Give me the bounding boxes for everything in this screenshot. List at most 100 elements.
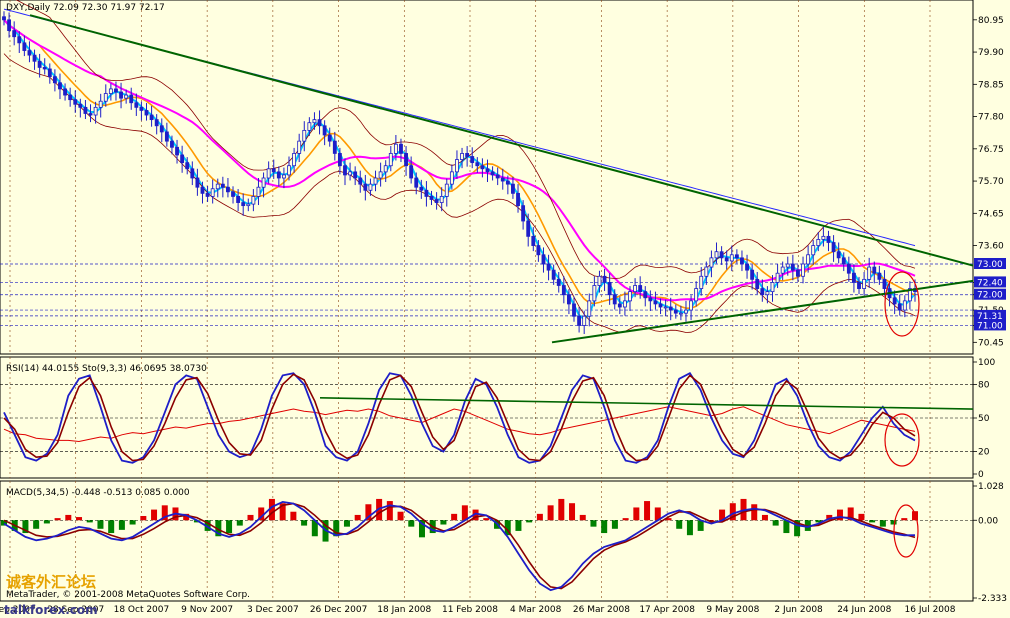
candle-body xyxy=(633,285,638,293)
macd-histogram-bar xyxy=(108,520,115,534)
candle-body xyxy=(12,30,17,38)
candle-body xyxy=(175,146,179,156)
macd-histogram-bar xyxy=(140,515,147,521)
candle-body xyxy=(93,106,98,116)
candle-body xyxy=(704,266,709,277)
candle-body xyxy=(383,165,388,173)
x-axis-labels: 5 Sep 200728 Sep 200718 Oct 20079 Nov 20… xyxy=(0,605,956,615)
candle-body xyxy=(256,186,261,197)
y-tick-label: 73.60 xyxy=(978,242,1004,252)
rsi-title: RSI(14) 44.0155 Sto(9,3,3) 46.0695 38.07… xyxy=(6,364,207,374)
y-tick-label: 77.80 xyxy=(978,113,1004,123)
candle-body xyxy=(419,186,424,191)
candle-body xyxy=(648,297,653,302)
candle-body xyxy=(399,143,403,154)
candle-body xyxy=(103,93,108,102)
candle-body xyxy=(251,196,256,205)
candle-body xyxy=(231,191,235,197)
rsi-y-tick-label: 80 xyxy=(978,380,990,390)
candle-body xyxy=(190,168,195,179)
price-title: DXY,Daily 72.09 72.30 71.97 72.17 xyxy=(6,3,165,13)
candle-body xyxy=(195,177,200,188)
candle-body xyxy=(602,275,607,283)
candle-body xyxy=(638,285,643,293)
candle-body xyxy=(2,16,6,21)
candle-body xyxy=(582,315,587,326)
candle-body xyxy=(317,119,322,127)
candle-body xyxy=(495,174,500,179)
candle-body xyxy=(337,153,342,167)
candle-body xyxy=(714,251,719,259)
watermark-chinese: 诚客外汇论坛 xyxy=(6,573,96,591)
macd-histogram-bar xyxy=(397,511,404,521)
candle-body xyxy=(567,294,571,305)
candle-body xyxy=(612,294,617,305)
candle-body xyxy=(266,168,271,179)
candle-body xyxy=(302,129,307,142)
candle-body xyxy=(47,68,52,78)
macd-histogram-bar xyxy=(526,520,533,523)
macd-histogram-bar xyxy=(601,520,608,534)
candle-body xyxy=(897,303,902,311)
candle-body xyxy=(460,153,464,160)
x-tick-label: 9 May 2008 xyxy=(706,605,759,615)
candle-body xyxy=(170,140,174,148)
macd-histogram-bar xyxy=(483,518,490,521)
candle-body xyxy=(261,177,266,188)
candle-body xyxy=(678,312,683,315)
candle-body xyxy=(327,134,332,142)
candle-body xyxy=(312,119,317,124)
candle-body xyxy=(439,196,444,203)
price-tag-label: 71.00 xyxy=(977,321,1003,331)
candle-body xyxy=(521,205,526,222)
candle-body xyxy=(68,94,73,101)
candle-body xyxy=(78,103,83,108)
candle-body xyxy=(276,171,281,179)
candle-body xyxy=(322,125,327,136)
y-axis-labels: 80.95 79.90 78.85 77.80 76.75 75.70 74.65 73.60… xyxy=(973,16,1007,604)
candle-body xyxy=(505,180,510,185)
rsi-y-tick-label: 100 xyxy=(978,358,995,368)
macd-histogram-bar xyxy=(65,514,72,521)
candle-body xyxy=(287,165,291,176)
candle-body xyxy=(241,202,246,207)
candle-body xyxy=(556,278,561,286)
candle-body xyxy=(806,254,811,265)
candle-body xyxy=(816,239,821,246)
x-tick-label: 26 Mar 2008 xyxy=(573,605,630,615)
candle-body xyxy=(775,272,780,283)
x-tick-label: 11 Feb 2008 xyxy=(442,605,498,615)
candle-body xyxy=(480,165,485,170)
macd-histogram-bar xyxy=(151,509,158,521)
macd-histogram-bar xyxy=(633,507,640,521)
macd-histogram-bar xyxy=(440,520,447,525)
macd-histogram-bar xyxy=(129,520,136,525)
candle-body xyxy=(592,285,597,302)
candle-body xyxy=(139,106,144,111)
candle-body xyxy=(215,183,220,190)
x-tick-label: 18 Jan 2008 xyxy=(377,605,431,615)
candle-body xyxy=(796,269,800,277)
candle-body xyxy=(770,282,775,293)
candle-body xyxy=(210,188,215,197)
macd-histogram-bar xyxy=(558,498,565,521)
candle-body xyxy=(862,278,867,289)
candle-body xyxy=(526,220,531,237)
macd-histogram-bar xyxy=(686,520,693,536)
candle-body xyxy=(561,285,566,296)
candle-body xyxy=(622,300,627,308)
candle-body xyxy=(404,153,408,167)
candle-body xyxy=(755,278,760,289)
macd-histogram-bar xyxy=(290,511,297,521)
candle-body xyxy=(83,106,88,114)
candle-body xyxy=(205,192,210,197)
candle-body xyxy=(363,183,368,191)
macd-histogram-bar xyxy=(33,520,40,529)
macd-histogram-bar xyxy=(76,517,83,521)
macd-histogram-bar xyxy=(86,520,93,523)
candle-body xyxy=(307,122,312,131)
macd-histogram-bar xyxy=(536,513,543,521)
candle-body xyxy=(154,119,159,127)
macd-histogram-bar xyxy=(547,505,554,521)
candle-body xyxy=(226,186,230,193)
